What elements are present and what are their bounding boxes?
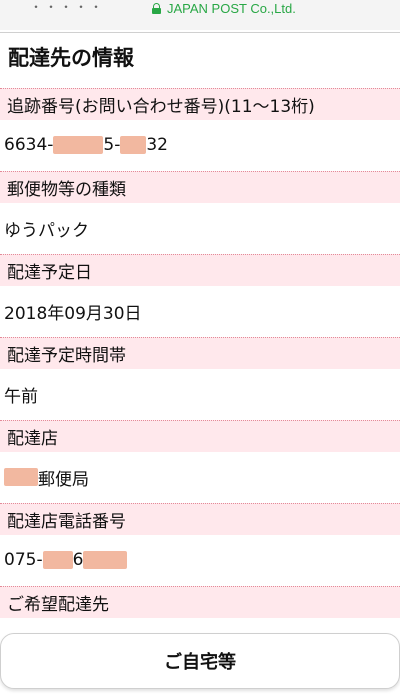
delivery-office-field: 配達店 郵便局 xyxy=(0,420,400,502)
field-label: 配達店電話番号 xyxy=(0,503,400,535)
site-domain[interactable]: JAPAN POST Co.,Ltd. xyxy=(152,0,296,16)
lock-icon xyxy=(152,2,161,14)
redaction-mask xyxy=(83,551,128,569)
redaction-mask xyxy=(53,136,104,154)
value-suffix: 32 xyxy=(146,135,168,155)
item-type-field: 郵便物等の種類 ゆうパック xyxy=(0,171,400,253)
value-prefix: 6634- xyxy=(4,135,54,155)
delivery-date-value: 2018年09月30日 xyxy=(0,286,400,336)
office-phone-field: 配達店電話番号 075- 6 xyxy=(0,503,400,585)
field-label: 追跡番号(お問い合わせ番号)(11〜13桁) xyxy=(0,88,400,120)
delivery-office-value: 郵便局 xyxy=(0,452,400,502)
field-label: 配達予定日 xyxy=(0,254,400,286)
domain-label: JAPAN POST Co.,Ltd. xyxy=(167,0,296,16)
tracking-number-field: 追跡番号(お問い合わせ番号)(11〜13桁) 6634- 5- 32 xyxy=(0,88,400,170)
section-title: 配達先の情報 xyxy=(0,32,400,80)
field-label: ご希望配達先 xyxy=(0,586,400,618)
value-prefix: 075- xyxy=(4,550,43,570)
office-phone-value: 075- 6 xyxy=(0,535,400,585)
cutoff-header-text: ・・・・・ xyxy=(30,3,106,14)
field-label: 配達店 xyxy=(0,420,400,452)
delivery-time-field: 配達予定時間帯 午前 xyxy=(0,337,400,419)
field-label: 郵便物等の種類 xyxy=(0,171,400,203)
value-mid: 6 xyxy=(72,550,84,570)
home-delivery-button[interactable]: ご自宅等 xyxy=(0,633,400,689)
browser-address-bar: ・・・・・ JAPAN POST Co.,Ltd. xyxy=(0,0,400,30)
redaction-mask xyxy=(42,551,73,569)
item-type-value: ゆうパック xyxy=(0,203,400,253)
redaction-mask xyxy=(120,136,147,154)
tracking-number-value: 6634- 5- 32 xyxy=(0,120,400,170)
preferred-destination-field: ご希望配達先 xyxy=(0,586,400,618)
delivery-date-field: 配達予定日 2018年09月30日 xyxy=(0,254,400,336)
delivery-time-value: 午前 xyxy=(0,369,400,419)
value-suffix: 郵便局 xyxy=(38,469,89,490)
redaction-mask xyxy=(4,468,38,486)
value-mid: 5- xyxy=(103,135,121,155)
field-label: 配達予定時間帯 xyxy=(0,337,400,369)
